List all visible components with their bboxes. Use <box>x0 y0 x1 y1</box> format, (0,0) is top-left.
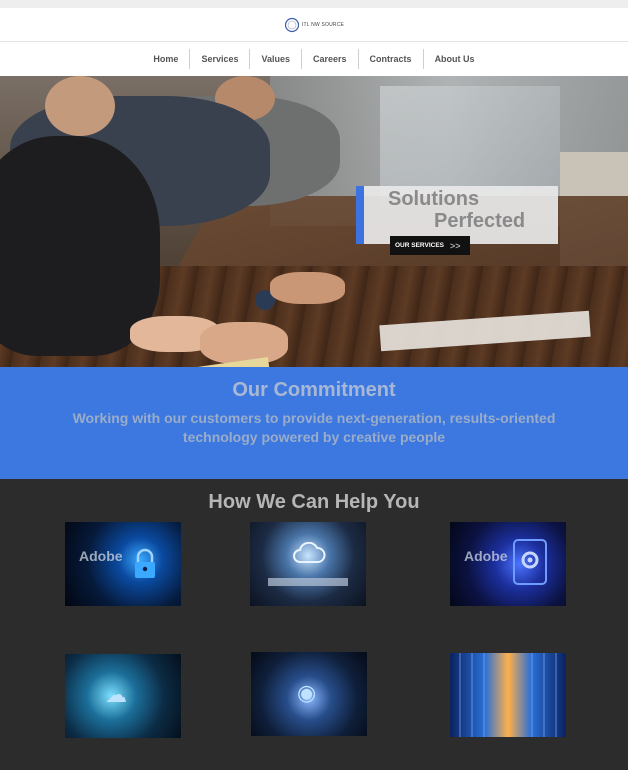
nav-careers[interactable]: Careers <box>301 49 358 69</box>
help-tile-security[interactable]: Adobe <box>65 522 181 606</box>
lock-icon <box>135 548 155 578</box>
nav-home[interactable]: Home <box>142 49 189 69</box>
site-header: ITL NW SOURCE <box>0 8 628 42</box>
nav-contracts[interactable]: Contracts <box>357 49 423 69</box>
page: ITL NW SOURCE Home Services Values Caree… <box>0 0 628 770</box>
commitment-text: Working with our customers to provide ne… <box>72 410 556 445</box>
top-strip <box>0 0 628 8</box>
main-nav: Home Services Values Careers Contracts A… <box>0 43 628 75</box>
gear-icon <box>513 539 547 585</box>
double-chevron-right-icon: >> <box>450 240 461 251</box>
logo-text: ITL NW SOURCE <box>301 21 345 28</box>
help-tile-engineering[interactable]: Adobe <box>450 522 566 606</box>
nav-about-us[interactable]: About Us <box>422 49 486 69</box>
our-services-button[interactable]: OUR SERVICES >> <box>390 236 470 255</box>
help-tile-network[interactable]: ☁ <box>65 654 181 738</box>
logo-circle-icon <box>284 17 300 32</box>
tile-watermark: Adobe <box>464 548 508 564</box>
help-title: How We Can Help You <box>208 491 420 513</box>
hero-head-middle <box>45 76 115 136</box>
hero-title-line2: Perfected <box>434 210 526 232</box>
tile-watermark: Adobe <box>79 548 123 564</box>
help-tile-datacenter[interactable] <box>450 653 566 737</box>
help-tile-technology[interactable]: ◉ <box>251 652 367 736</box>
commitment-title: Our Commitment <box>232 379 396 401</box>
our-services-label: OUR SERVICES <box>395 242 445 249</box>
cloud-icon <box>293 542 326 563</box>
network-icon: ☁ <box>105 682 127 707</box>
commitment-section: Our Commitment Working with our customer… <box>0 367 628 479</box>
laptop-shape <box>268 578 348 586</box>
help-section: How We Can Help You Adobe Adobe ☁ ◉ <box>0 479 628 770</box>
tech-icon: ◉ <box>297 680 317 705</box>
hero-title-line1: Solutions <box>388 188 480 210</box>
hero-hand-back <box>270 272 345 304</box>
nav-values[interactable]: Values <box>249 49 301 69</box>
hero-hand-front-right <box>200 322 288 364</box>
help-tile-cloud[interactable] <box>250 522 366 606</box>
server-icon <box>459 653 557 737</box>
nav-services[interactable]: Services <box>189 49 249 69</box>
site-logo[interactable]: ITL NW SOURCE <box>284 17 344 33</box>
